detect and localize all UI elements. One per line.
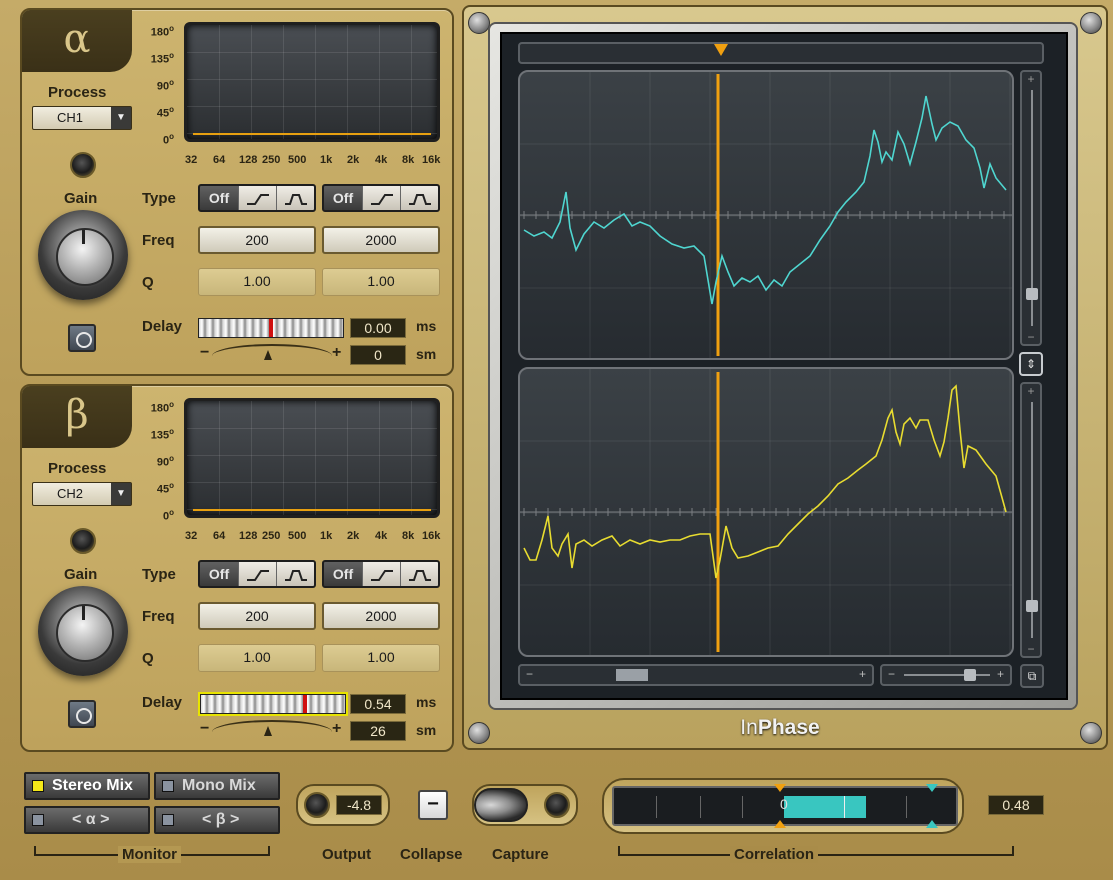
slider-thumb[interactable] [1026, 600, 1038, 612]
slider-thumb[interactable] [1026, 288, 1038, 300]
led-indicator [32, 780, 44, 792]
capture-toggle-switch[interactable] [474, 788, 528, 822]
correlation-label: Correlation [730, 846, 819, 863]
waveform-overlay [520, 72, 1012, 655]
beta-waveform [523, 384, 1007, 579]
collapse-label: Collapse [400, 846, 463, 863]
beta-solo-button[interactable]: < β > [154, 806, 280, 834]
led-indicator [32, 814, 44, 826]
meter-tick [656, 796, 657, 818]
beta-vertical-zoom-slider[interactable]: + − [1020, 382, 1042, 658]
meter-tick [742, 796, 743, 818]
meter-tick [906, 796, 907, 818]
led-indicator [162, 780, 174, 792]
zoom-minus-icon[interactable]: − [1022, 330, 1040, 344]
zoom-track [904, 674, 990, 676]
zoom-plus-icon[interactable]: + [1022, 384, 1040, 398]
zoom-in-icon[interactable]: + [997, 667, 1004, 681]
zoom-out-icon[interactable]: − [888, 667, 895, 681]
zoom-thumb[interactable] [964, 669, 976, 681]
capture-led[interactable] [544, 792, 570, 818]
inphase-plugin: α Process CH1 ▼ Gain 180o 135o 90o 45o 0… [0, 0, 1113, 880]
correlation-value: 0.48 [988, 795, 1044, 815]
capture-label: Capture [492, 846, 549, 863]
correlation-fill [784, 796, 866, 818]
meter-tick [700, 796, 701, 818]
stereo-mix-button[interactable]: Stereo Mix [24, 772, 150, 800]
alpha-waveform [523, 95, 1007, 305]
scroll-right-icon[interactable]: + [859, 667, 866, 681]
mono-mix-button[interactable]: Mono Mix [154, 772, 280, 800]
knob-pointer [82, 230, 85, 244]
collapse-button[interactable]: − [418, 790, 448, 820]
meter-tick [844, 796, 845, 818]
scrollbar-thumb[interactable] [616, 669, 648, 681]
monitor-label: Monitor [118, 846, 181, 863]
alpha-solo-button[interactable]: < α > [24, 806, 150, 834]
window-copy-icon[interactable]: ⧉ [1020, 664, 1044, 688]
knob-pointer [82, 606, 85, 620]
led-indicator [162, 814, 174, 826]
link-zoom-icon[interactable]: ⇕ [1019, 352, 1043, 376]
zoom-plus-icon[interactable]: + [1022, 72, 1040, 86]
output-value[interactable]: -4.8 [336, 795, 382, 815]
scroll-left-icon[interactable]: − [526, 667, 533, 681]
max-marker-icon [926, 784, 938, 828]
brand-logo: InPhase [740, 716, 820, 739]
horizontal-zoom-slider[interactable]: − + [880, 664, 1012, 686]
horizontal-scrollbar[interactable]: − + [518, 664, 874, 686]
output-label: Output [322, 846, 372, 863]
correlation-meter: 0 [612, 784, 958, 828]
alpha-vertical-zoom-slider[interactable]: + − [1020, 70, 1042, 346]
output-led[interactable] [304, 792, 330, 818]
zoom-minus-icon[interactable]: − [1022, 642, 1040, 656]
min-marker-icon [774, 784, 786, 828]
